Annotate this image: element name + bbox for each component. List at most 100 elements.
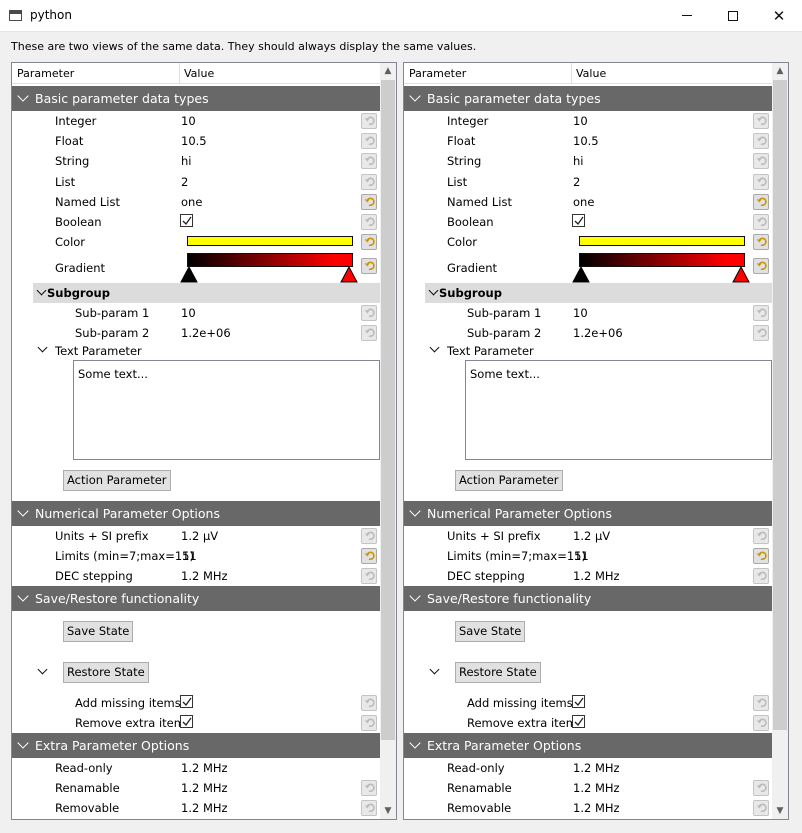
param-row-dec-stepping[interactable]: DEC stepping 1.2 MHz bbox=[404, 566, 772, 586]
chevron-down-icon[interactable] bbox=[428, 285, 439, 296]
gradient-stop-icon[interactable] bbox=[180, 267, 198, 283]
reset-default-button[interactable] bbox=[753, 528, 769, 544]
reset-default-button[interactable] bbox=[753, 153, 769, 169]
chevron-down-icon[interactable] bbox=[37, 342, 48, 353]
sub-param-2-value[interactable]: 1.2e+06 bbox=[573, 326, 623, 340]
chevron-down-icon[interactable] bbox=[17, 505, 29, 517]
chevron-down-icon[interactable] bbox=[429, 342, 440, 353]
dec-stepping-value[interactable]: 1.2 MHz bbox=[181, 569, 228, 583]
sub-param-1-value[interactable]: 10 bbox=[181, 306, 196, 320]
restore-state-button[interactable]: Restore State bbox=[455, 662, 541, 683]
reset-default-button[interactable] bbox=[753, 113, 769, 129]
chevron-down-icon[interactable] bbox=[37, 664, 48, 675]
group-extra-parameter-options[interactable]: Extra Parameter Options bbox=[12, 733, 380, 758]
save-state-button[interactable]: Save State bbox=[455, 621, 526, 642]
sub-param-2-value[interactable]: 1.2e+06 bbox=[181, 326, 231, 340]
parameter-tree-left[interactable]: Parameter Value Basic parameter data typ… bbox=[11, 62, 397, 820]
color-swatch[interactable] bbox=[187, 236, 353, 246]
save-state-button[interactable]: Save State bbox=[63, 621, 134, 642]
group-basic-parameter-data-types[interactable]: Basic parameter data types bbox=[12, 86, 380, 111]
limits-value[interactable]: 11 bbox=[574, 549, 589, 563]
text-parameter-editor[interactable]: Some text... bbox=[73, 360, 380, 460]
action-parameter-button[interactable]: Action Parameter bbox=[63, 470, 171, 491]
param-row-read-only[interactable]: Read-only 1.2 MHz bbox=[404, 758, 772, 778]
param-row-sub-param-2[interactable]: Sub-param 2 1.2e+06 bbox=[404, 323, 772, 343]
chevron-down-icon[interactable] bbox=[17, 590, 29, 602]
chevron-down-icon[interactable] bbox=[17, 737, 29, 749]
param-row-float[interactable]: Float 10.5 bbox=[404, 131, 772, 151]
remove-extra-checkbox[interactable] bbox=[180, 715, 193, 728]
reset-default-button[interactable] bbox=[361, 153, 377, 169]
close-button[interactable]: ✕ bbox=[756, 0, 802, 31]
reset-default-button[interactable] bbox=[361, 214, 377, 230]
reset-default-button[interactable] bbox=[753, 695, 769, 711]
param-row-remove-extra-items[interactable]: Remove extra items bbox=[12, 713, 380, 733]
chevron-down-icon[interactable] bbox=[409, 505, 421, 517]
limits-value[interactable]: 11 bbox=[182, 549, 197, 563]
reset-default-button[interactable] bbox=[753, 325, 769, 341]
column-header-value[interactable]: Value bbox=[184, 67, 214, 80]
param-row-limits[interactable]: Limits (min=7;max=15) 11 bbox=[404, 546, 772, 566]
reset-default-button[interactable] bbox=[753, 800, 769, 816]
param-label[interactable]: Renamable bbox=[55, 781, 120, 795]
param-row-string[interactable]: String hi bbox=[12, 151, 380, 171]
reset-default-button[interactable] bbox=[361, 174, 377, 190]
reset-default-button[interactable] bbox=[361, 305, 377, 321]
param-row-integer[interactable]: Integer 10 bbox=[12, 111, 380, 131]
param-row-boolean[interactable]: Boolean bbox=[404, 212, 772, 232]
group-basic-parameter-data-types[interactable]: Basic parameter data types bbox=[404, 86, 772, 111]
param-row-list[interactable]: List 2 bbox=[12, 172, 380, 192]
reset-default-button[interactable] bbox=[361, 133, 377, 149]
param-row-float[interactable]: Float 10.5 bbox=[12, 131, 380, 151]
reset-default-button[interactable] bbox=[361, 800, 377, 816]
param-row-add-missing-items[interactable]: Add missing items bbox=[404, 693, 772, 713]
param-row-sub-param-1[interactable]: Sub-param 1 10 bbox=[12, 303, 380, 323]
param-label[interactable]: Renamable bbox=[447, 781, 512, 795]
column-header-parameter[interactable]: Parameter bbox=[409, 67, 466, 80]
integer-value[interactable]: 10 bbox=[181, 114, 196, 128]
removable-value[interactable]: 1.2 MHz bbox=[181, 801, 228, 815]
reset-default-button[interactable] bbox=[361, 780, 377, 796]
list-value[interactable]: 2 bbox=[181, 175, 188, 189]
vertical-scrollbar[interactable]: ▲ ▼ bbox=[772, 63, 788, 819]
boolean-checkbox[interactable] bbox=[180, 214, 193, 227]
column-header-value[interactable]: Value bbox=[576, 67, 606, 80]
chevron-down-icon[interactable] bbox=[409, 737, 421, 749]
reset-default-button[interactable] bbox=[361, 194, 377, 210]
integer-value[interactable]: 10 bbox=[573, 114, 588, 128]
chevron-down-icon[interactable] bbox=[409, 590, 421, 602]
group-save-restore-functionality[interactable]: Save/Restore functionality bbox=[12, 586, 380, 611]
color-swatch[interactable] bbox=[579, 236, 745, 246]
parameter-tree-right[interactable]: Parameter Value Basic parameter data typ… bbox=[403, 62, 789, 820]
named-list-value[interactable]: one bbox=[181, 195, 202, 209]
reset-default-button[interactable] bbox=[753, 214, 769, 230]
param-row-renamable[interactable]: Renamable 1.2 MHz bbox=[12, 778, 380, 798]
reset-default-button[interactable] bbox=[361, 234, 377, 250]
param-row-gradient[interactable]: Gradient bbox=[404, 253, 772, 283]
remove-extra-checkbox[interactable] bbox=[572, 715, 585, 728]
reset-default-button[interactable] bbox=[753, 715, 769, 731]
reset-default-button[interactable] bbox=[753, 780, 769, 796]
renamable-value[interactable]: 1.2 MHz bbox=[573, 781, 620, 795]
param-row-text-parameter[interactable]: Text Parameter bbox=[404, 342, 772, 360]
column-separator[interactable] bbox=[179, 63, 180, 84]
reset-default-button[interactable] bbox=[361, 548, 377, 564]
arrow-up-icon[interactable]: ▲ bbox=[380, 63, 396, 79]
gradient-bar[interactable] bbox=[579, 253, 745, 267]
gradient-stop-icon[interactable] bbox=[572, 267, 590, 283]
subgroup-header[interactable]: Subgroup bbox=[425, 283, 772, 303]
maximize-button[interactable] bbox=[710, 0, 756, 31]
reset-default-button[interactable] bbox=[361, 528, 377, 544]
param-row-dec-stepping[interactable]: DEC stepping 1.2 MHz bbox=[12, 566, 380, 586]
reset-default-button[interactable] bbox=[361, 695, 377, 711]
arrow-up-icon[interactable]: ▲ bbox=[772, 63, 788, 79]
dec-stepping-value[interactable]: 1.2 MHz bbox=[573, 569, 620, 583]
chevron-down-icon[interactable] bbox=[36, 285, 47, 296]
param-row-text-parameter[interactable]: Text Parameter bbox=[12, 342, 380, 360]
arrow-down-icon[interactable]: ▼ bbox=[380, 803, 396, 819]
param-row-named-list[interactable]: Named List one bbox=[404, 192, 772, 212]
renamable-value[interactable]: 1.2 MHz bbox=[181, 781, 228, 795]
reset-default-button[interactable] bbox=[753, 133, 769, 149]
param-row-string[interactable]: String hi bbox=[404, 151, 772, 171]
units-value[interactable]: 1.2 µV bbox=[573, 529, 610, 543]
